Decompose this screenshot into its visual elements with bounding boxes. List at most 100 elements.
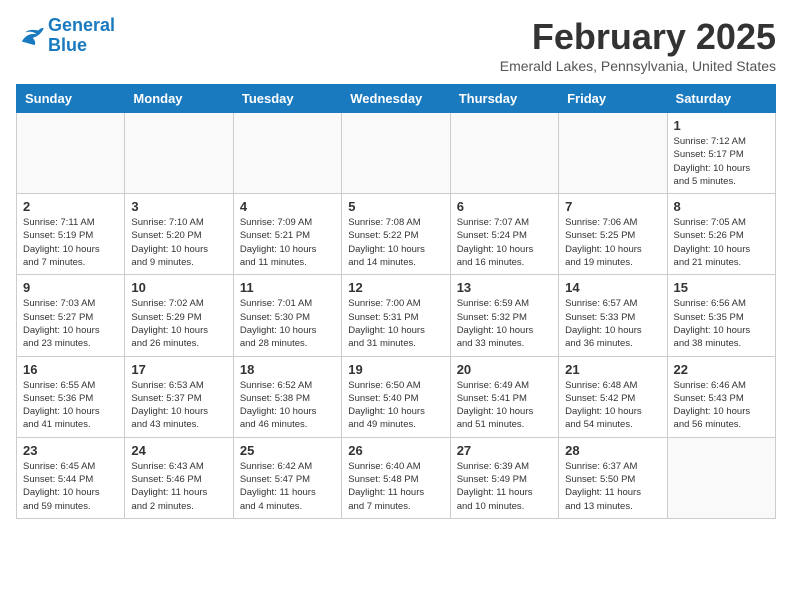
calendar-cell: 17Sunrise: 6:53 AM Sunset: 5:37 PM Dayli… (125, 356, 233, 437)
calendar-cell: 14 Sunrise: 6:57 AM Sunset: 5:33 PM Dayli… (559, 275, 667, 356)
calendar-cell (125, 113, 233, 194)
calendar-cell: 20 Sunrise: 6:49 AM Sunset: 5:41 PM Dayli… (450, 356, 558, 437)
day-info: Sunrise: 7:09 AM Sunset: 5:21 PM Dayligh… (240, 216, 335, 269)
calendar-cell (17, 113, 125, 194)
day-number: 5 (348, 199, 443, 214)
day-info: Sunrise: 6:45 AM Sunset: 5:44 PM Dayligh… (23, 460, 118, 513)
location: Emerald Lakes, Pennsylvania, United Stat… (500, 58, 776, 74)
logo-line1: General (48, 15, 115, 35)
calendar-cell (559, 113, 667, 194)
day-info: Sunrise: 6:49 AM Sunset: 5:41 PM Dayligh… (457, 379, 552, 432)
calendar-cell (450, 113, 558, 194)
day-number: 20 (457, 362, 552, 377)
day-info: Sunrise: 7:03 AM Sunset: 5:27 PM Dayligh… (23, 297, 118, 350)
page-header: General Blue February 2025 Emerald Lakes… (16, 16, 776, 74)
day-header-monday: Monday (125, 85, 233, 113)
day-number: 27 (457, 443, 552, 458)
day-number: 13 (457, 280, 552, 295)
day-number: 10 (131, 280, 226, 295)
calendar-cell: 25 Sunrise: 6:42 AM Sunset: 5:47 PM Dayli… (233, 437, 341, 518)
day-header-sunday: Sunday (17, 85, 125, 113)
day-header-tuesday: Tuesday (233, 85, 341, 113)
calendar-cell: 18 Sunrise: 6:52 AM Sunset: 5:38 PM Dayli… (233, 356, 341, 437)
day-info: Sunrise: 6:43 AM Sunset: 5:46 PM Dayligh… (131, 460, 226, 513)
logo-icon (16, 25, 44, 47)
day-header-friday: Friday (559, 85, 667, 113)
day-info: Sunrise: 7:06 AM Sunset: 5:25 PM Dayligh… (565, 216, 660, 269)
day-number: 28 (565, 443, 660, 458)
calendar-cell: 10 Sunrise: 7:02 AM Sunset: 5:29 PM Dayli… (125, 275, 233, 356)
calendar-cell: 2Sunrise: 7:11 AM Sunset: 5:19 PM Daylig… (17, 194, 125, 275)
calendar-cell: 12Sunrise: 7:00 AM Sunset: 5:31 PM Dayli… (342, 275, 450, 356)
day-number: 14 (565, 280, 660, 295)
calendar-cell (233, 113, 341, 194)
day-number: 1 (674, 118, 769, 133)
day-info: Sunrise: 6:48 AM Sunset: 5:42 PM Dayligh… (565, 379, 660, 432)
day-number: 11 (240, 280, 335, 295)
logo-line2: Blue (48, 35, 87, 55)
day-info: Sunrise: 6:40 AM Sunset: 5:48 PM Dayligh… (348, 460, 443, 513)
calendar-table: SundayMondayTuesdayWednesdayThursdayFrid… (16, 84, 776, 519)
day-number: 15 (674, 280, 769, 295)
calendar-cell: 28 Sunrise: 6:37 AM Sunset: 5:50 PM Dayli… (559, 437, 667, 518)
calendar-cell: 3Sunrise: 7:10 AM Sunset: 5:20 PM Daylig… (125, 194, 233, 275)
day-number: 18 (240, 362, 335, 377)
day-info: Sunrise: 6:55 AM Sunset: 5:36 PM Dayligh… (23, 379, 118, 432)
calendar-cell: 4 Sunrise: 7:09 AM Sunset: 5:21 PM Daylig… (233, 194, 341, 275)
calendar-cell: 22 Sunrise: 6:46 AM Sunset: 5:43 PM Dayli… (667, 356, 775, 437)
title-block: February 2025 Emerald Lakes, Pennsylvani… (500, 16, 776, 74)
day-number: 26 (348, 443, 443, 458)
calendar-cell: 6Sunrise: 7:07 AM Sunset: 5:24 PM Daylig… (450, 194, 558, 275)
calendar-cell: 16Sunrise: 6:55 AM Sunset: 5:36 PM Dayli… (17, 356, 125, 437)
day-number: 17 (131, 362, 226, 377)
calendar-cell: 8Sunrise: 7:05 AM Sunset: 5:26 PM Daylig… (667, 194, 775, 275)
day-info: Sunrise: 6:42 AM Sunset: 5:47 PM Dayligh… (240, 460, 335, 513)
day-info: Sunrise: 7:08 AM Sunset: 5:22 PM Dayligh… (348, 216, 443, 269)
day-number: 22 (674, 362, 769, 377)
calendar-cell: 13 Sunrise: 6:59 AM Sunset: 5:32 PM Dayli… (450, 275, 558, 356)
calendar-cell: 19 Sunrise: 6:50 AM Sunset: 5:40 PM Dayli… (342, 356, 450, 437)
day-number: 9 (23, 280, 118, 295)
logo-text: General Blue (48, 16, 115, 56)
calendar-cell: 26 Sunrise: 6:40 AM Sunset: 5:48 PM Dayli… (342, 437, 450, 518)
day-number: 23 (23, 443, 118, 458)
calendar-week-2: 2Sunrise: 7:11 AM Sunset: 5:19 PM Daylig… (17, 194, 776, 275)
day-number: 24 (131, 443, 226, 458)
day-number: 19 (348, 362, 443, 377)
day-number: 8 (674, 199, 769, 214)
day-number: 12 (348, 280, 443, 295)
calendar-cell: 9 Sunrise: 7:03 AM Sunset: 5:27 PM Daylig… (17, 275, 125, 356)
day-info: Sunrise: 6:50 AM Sunset: 5:40 PM Dayligh… (348, 379, 443, 432)
day-info: Sunrise: 6:59 AM Sunset: 5:32 PM Dayligh… (457, 297, 552, 350)
calendar-cell: 11 Sunrise: 7:01 AM Sunset: 5:30 PM Dayli… (233, 275, 341, 356)
calendar-week-5: 23 Sunrise: 6:45 AM Sunset: 5:44 PM Dayli… (17, 437, 776, 518)
day-info: Sunrise: 7:07 AM Sunset: 5:24 PM Dayligh… (457, 216, 552, 269)
calendar-cell: 1 Sunrise: 7:12 AM Sunset: 5:17 PM Daylig… (667, 113, 775, 194)
calendar-cell (667, 437, 775, 518)
calendar-cell: 24 Sunrise: 6:43 AM Sunset: 5:46 PM Dayli… (125, 437, 233, 518)
day-info: Sunrise: 6:57 AM Sunset: 5:33 PM Dayligh… (565, 297, 660, 350)
day-number: 21 (565, 362, 660, 377)
day-info: Sunrise: 6:39 AM Sunset: 5:49 PM Dayligh… (457, 460, 552, 513)
day-number: 25 (240, 443, 335, 458)
calendar-cell: 5 Sunrise: 7:08 AM Sunset: 5:22 PM Daylig… (342, 194, 450, 275)
day-header-wednesday: Wednesday (342, 85, 450, 113)
day-number: 2 (23, 199, 118, 214)
calendar-week-4: 16Sunrise: 6:55 AM Sunset: 5:36 PM Dayli… (17, 356, 776, 437)
month-title: February 2025 (500, 16, 776, 58)
calendar-cell: 7Sunrise: 7:06 AM Sunset: 5:25 PM Daylig… (559, 194, 667, 275)
day-info: Sunrise: 6:46 AM Sunset: 5:43 PM Dayligh… (674, 379, 769, 432)
day-info: Sunrise: 6:56 AM Sunset: 5:35 PM Dayligh… (674, 297, 769, 350)
day-header-saturday: Saturday (667, 85, 775, 113)
calendar-cell (342, 113, 450, 194)
day-info: Sunrise: 7:02 AM Sunset: 5:29 PM Dayligh… (131, 297, 226, 350)
day-info: Sunrise: 6:52 AM Sunset: 5:38 PM Dayligh… (240, 379, 335, 432)
day-info: Sunrise: 7:01 AM Sunset: 5:30 PM Dayligh… (240, 297, 335, 350)
calendar-cell: 15 Sunrise: 6:56 AM Sunset: 5:35 PM Dayli… (667, 275, 775, 356)
calendar-cell: 21 Sunrise: 6:48 AM Sunset: 5:42 PM Dayli… (559, 356, 667, 437)
day-number: 4 (240, 199, 335, 214)
calendar-cell: 23 Sunrise: 6:45 AM Sunset: 5:44 PM Dayli… (17, 437, 125, 518)
day-info: Sunrise: 7:10 AM Sunset: 5:20 PM Dayligh… (131, 216, 226, 269)
day-info: Sunrise: 6:37 AM Sunset: 5:50 PM Dayligh… (565, 460, 660, 513)
day-info: Sunrise: 7:12 AM Sunset: 5:17 PM Dayligh… (674, 135, 769, 188)
